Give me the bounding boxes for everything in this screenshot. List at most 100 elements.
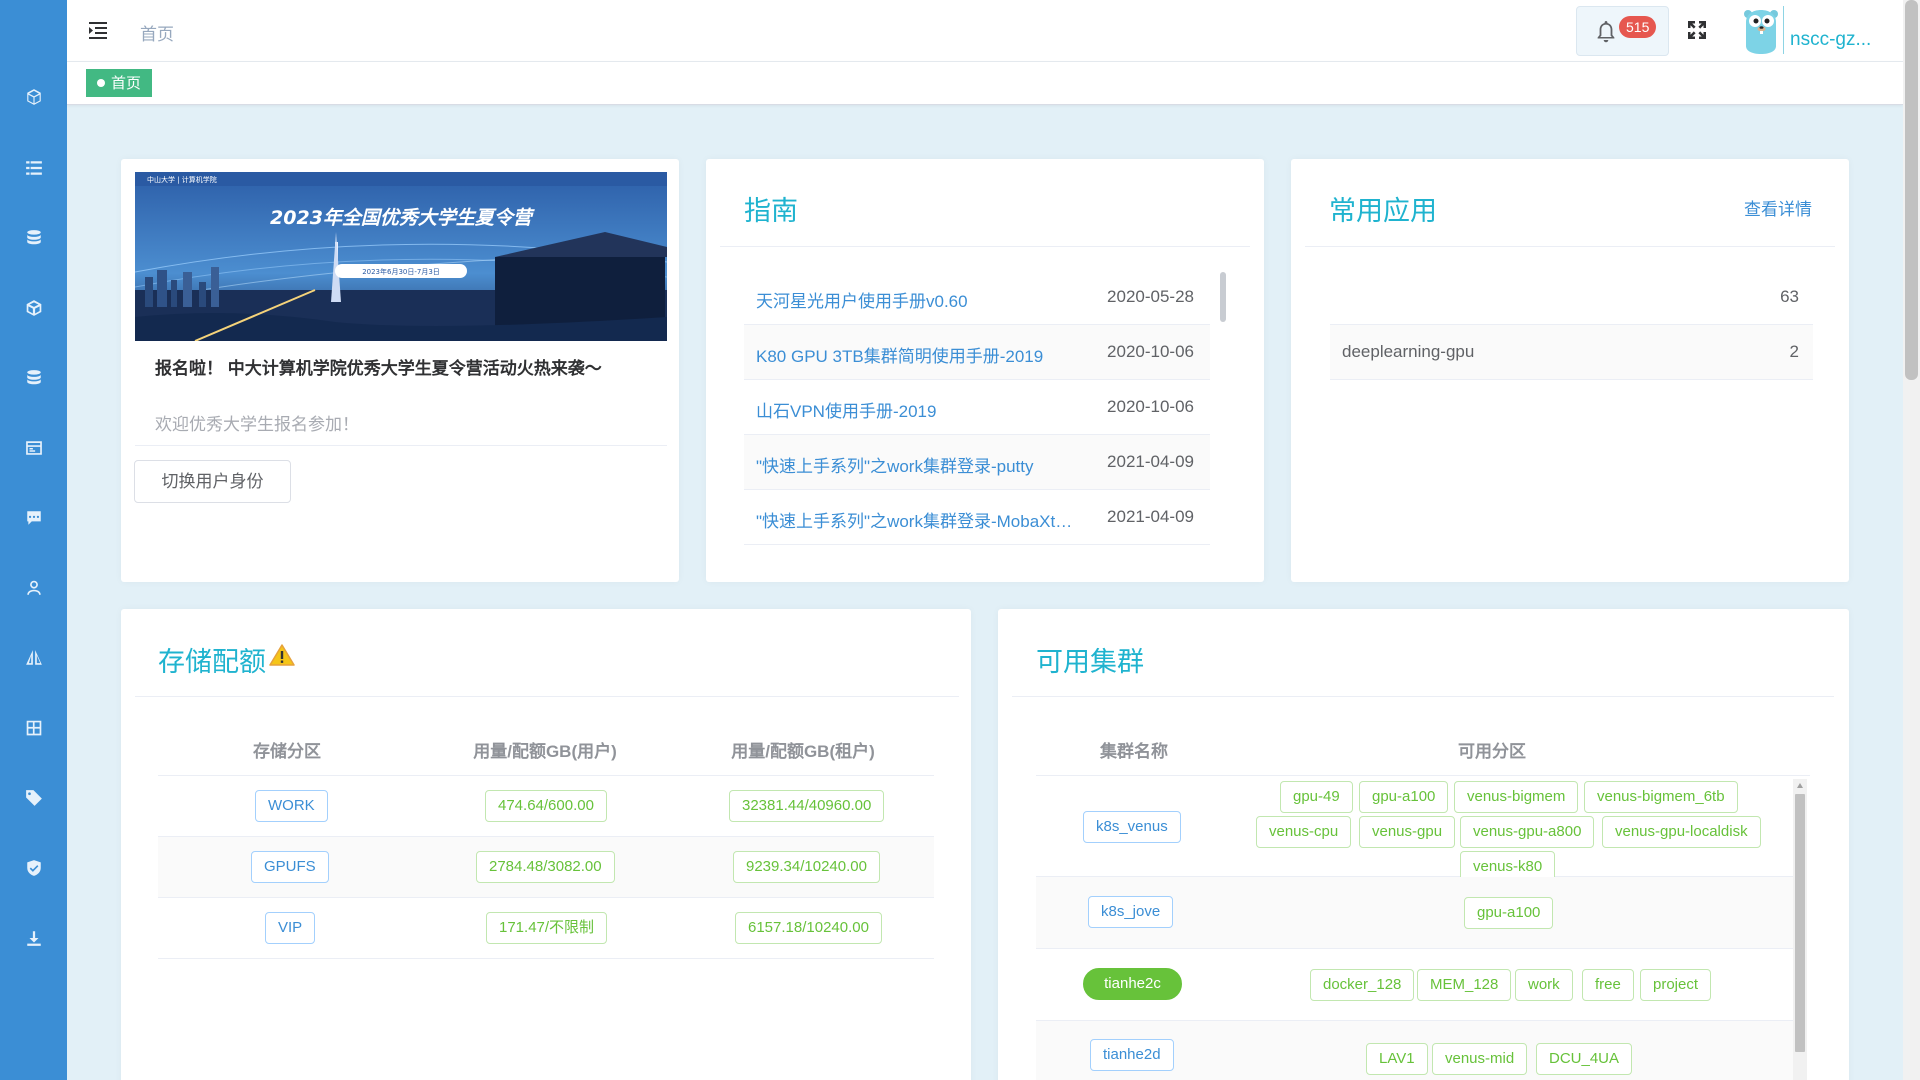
- cluster-name-tag[interactable]: k8s_jove: [1088, 896, 1174, 928]
- cluster-row: tianhe2d LAV1 venus-mid DCU_4UA: [1036, 1021, 1802, 1080]
- partition-tag: docker_128: [1310, 969, 1415, 1001]
- storage-header-user: 用量/配额GB(用户): [473, 742, 617, 761]
- app-row[interactable]: deeplearning-gpu 2: [1330, 325, 1813, 380]
- partition-tag: venus-cpu: [1256, 816, 1352, 848]
- partition-tag: gpu-a100: [1464, 897, 1554, 929]
- partition-tag: WORK: [255, 790, 328, 822]
- news-subtitle: 欢迎优秀大学生报名参加！: [155, 415, 359, 434]
- partition-tag: VIP: [265, 912, 316, 944]
- banner-header: 中山大学 | 计算机学院: [147, 175, 217, 184]
- sidebar: [0, 0, 67, 1080]
- cluster-name-tag-selected[interactable]: tianhe2c: [1083, 968, 1182, 1000]
- breadcrumb: 首页: [140, 25, 174, 44]
- guide-date: 2021-04-09: [1107, 452, 1194, 471]
- guide-row: "快速上手系列"之work集群登录-MobaXterm 2021-04-09: [744, 490, 1210, 545]
- storage-header-partition: 存储分区: [253, 742, 321, 761]
- message-icon[interactable]: [0, 498, 67, 538]
- partition-tag: GPUFS: [251, 851, 329, 883]
- partition-tag: gpu-a100: [1359, 781, 1449, 813]
- guide-date: 2020-10-06: [1107, 342, 1194, 361]
- app-name: deeplearning-gpu: [1342, 342, 1475, 361]
- banner-date: 2023年6月30日-7月3日: [362, 267, 440, 276]
- user-usage-tag: 474.64/600.00: [485, 790, 607, 822]
- guide-link[interactable]: K80 GPU 3TB集群简明使用手册-2019: [756, 342, 1076, 367]
- apps-divider: [1305, 246, 1835, 247]
- shield-icon[interactable]: [0, 848, 67, 888]
- box-icon[interactable]: [0, 288, 67, 328]
- tags-view-bar: 首页: [67, 62, 1903, 105]
- user-usage-tag: 171.47/不限制: [486, 912, 608, 944]
- cube-icon[interactable]: [0, 77, 67, 117]
- storage-icon[interactable]: [0, 358, 67, 398]
- news-card: 中山大学 | 计算机学院 2023年全国优秀大学生夏令营 2023年6月30日-…: [121, 159, 679, 582]
- avatar[interactable]: [1740, 8, 1782, 54]
- partition-tag: venus-bigmem: [1454, 781, 1579, 813]
- guide-row: 天河星光用户使用手册v0.60 2020-05-28: [744, 270, 1210, 325]
- partition-tag: venus-bigmem_6tb: [1584, 781, 1738, 813]
- list-icon[interactable]: [0, 148, 67, 188]
- partition-tag: DCU_4UA: [1536, 1043, 1633, 1075]
- guide-row: 山石VPN使用手册-2019 2020-10-06: [744, 380, 1210, 435]
- tenant-usage-tag: 9239.34/10240.00: [733, 851, 880, 883]
- guide-date: 2020-10-06: [1107, 397, 1194, 416]
- app-count: 63: [1780, 287, 1799, 306]
- user-divider: [1783, 6, 1784, 54]
- cluster-name-tag[interactable]: tianhe2d: [1090, 1039, 1174, 1071]
- guide-link[interactable]: "快速上手系列"之work集群登录-putty: [756, 452, 1076, 477]
- partition-tag: free: [1582, 969, 1634, 1001]
- guide-link[interactable]: 山石VPN使用手册-2019: [756, 397, 1076, 422]
- apps-title: 常用应用: [1329, 196, 1437, 226]
- guide-link[interactable]: 天河星光用户使用手册v0.60: [756, 287, 1076, 312]
- scroll-up-icon[interactable]: [1796, 782, 1804, 790]
- clusters-scrollbar-thumb[interactable]: [1795, 794, 1805, 1052]
- storage-row: WORK 474.64/600.00 32381.44/40960.00: [158, 776, 934, 837]
- news-divider: [135, 445, 667, 446]
- page-scrollbar-thumb[interactable]: [1905, 0, 1918, 380]
- tenant-usage-tag: 6157.18/10240.00: [735, 912, 882, 944]
- sail-icon[interactable]: [0, 638, 67, 678]
- active-dot: [97, 79, 105, 87]
- guide-row: K80 GPU 3TB集群简明使用手册-2019 2020-10-06: [744, 325, 1210, 380]
- switch-identity-button[interactable]: 切换用户身份: [134, 460, 291, 503]
- tag-home[interactable]: 首页: [86, 69, 153, 97]
- app-row[interactable]: 63: [1330, 270, 1813, 325]
- warning-icon[interactable]: [269, 643, 295, 667]
- news-title[interactable]: 报名啦！ 中大计算机学院优秀大学生夏令营活动火热来袭～: [155, 357, 655, 381]
- clusters-header-partitions: 可用分区: [1458, 742, 1526, 761]
- notification-button[interactable]: 515: [1576, 6, 1669, 56]
- app-count: 2: [1789, 342, 1799, 361]
- user-usage-tag: 2784.48/3082.00: [476, 851, 615, 883]
- clusters-card: 可用集群 集群名称 可用分区 k8s_venus gpu-49 gpu-a100…: [998, 609, 1849, 1080]
- clusters-divider: [1012, 696, 1834, 697]
- partition-tag: gpu-49: [1280, 781, 1353, 813]
- grid-icon[interactable]: [0, 708, 67, 748]
- cluster-row: tianhe2c docker_128 MEM_128 work free pr…: [1036, 949, 1802, 1021]
- cluster-name-tag[interactable]: k8s_venus: [1083, 811, 1181, 843]
- news-banner[interactable]: 中山大学 | 计算机学院 2023年全国优秀大学生夏令营 2023年6月30日-…: [135, 172, 667, 341]
- table-icon[interactable]: [0, 428, 67, 468]
- partition-tag: MEM_128: [1417, 969, 1512, 1001]
- partition-tag: LAV1: [1366, 1043, 1428, 1075]
- partition-tag: work: [1515, 969, 1573, 1001]
- bell-icon: [1597, 21, 1615, 43]
- guide-link[interactable]: "快速上手系列"之work集群登录-MobaXterm: [756, 507, 1076, 532]
- notification-badge: 515: [1619, 16, 1657, 38]
- fullscreen-icon[interactable]: [1685, 18, 1709, 42]
- storage-title: 存储配额: [158, 647, 266, 677]
- clusters-header-name: 集群名称: [1100, 742, 1168, 761]
- storage-card: 存储配额 存储分区 用量/配额GB(用户) 用量/配额GB(租户) WORK 4…: [121, 609, 971, 1080]
- top-navbar: 首页 515 nscc-gz...: [67, 0, 1903, 62]
- username-menu[interactable]: nscc-gz...: [1790, 29, 1871, 51]
- storage-divider: [135, 696, 959, 697]
- partition-tag: venus-gpu-a800: [1460, 816, 1595, 848]
- database-icon[interactable]: [0, 218, 67, 258]
- apps-card: 常用应用 查看详情 63 deeplearning-gpu 2: [1291, 159, 1849, 582]
- view-details-link[interactable]: 查看详情: [1744, 195, 1812, 220]
- cluster-row: k8s_jove gpu-a100: [1036, 877, 1802, 949]
- user-icon[interactable]: [0, 568, 67, 608]
- guide-row: "快速上手系列"之work集群登录-putty 2021-04-09: [744, 435, 1210, 490]
- guide-scrollbar[interactable]: [1220, 272, 1226, 322]
- tag-icon[interactable]: [0, 778, 67, 818]
- collapse-menu-icon[interactable]: [87, 19, 109, 41]
- upload-icon[interactable]: [0, 918, 67, 958]
